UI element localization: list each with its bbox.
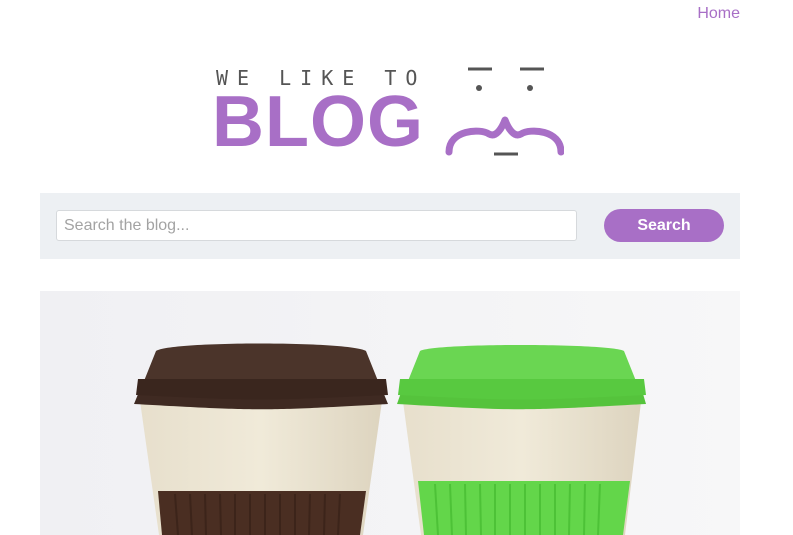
top-nav: Home bbox=[697, 5, 740, 23]
search-input[interactable] bbox=[56, 210, 577, 241]
coffee-cups-image bbox=[40, 291, 740, 535]
site-logo[interactable]: WE LIKE TO BLOG bbox=[212, 62, 572, 162]
hero-image[interactable] bbox=[40, 291, 740, 535]
search-bar: Search bbox=[40, 193, 740, 259]
logo-wordmark: BLOG bbox=[212, 82, 424, 162]
nav-home-link[interactable]: Home bbox=[697, 5, 740, 22]
logo-face-icon bbox=[445, 67, 564, 156]
search-button[interactable]: Search bbox=[604, 209, 724, 242]
